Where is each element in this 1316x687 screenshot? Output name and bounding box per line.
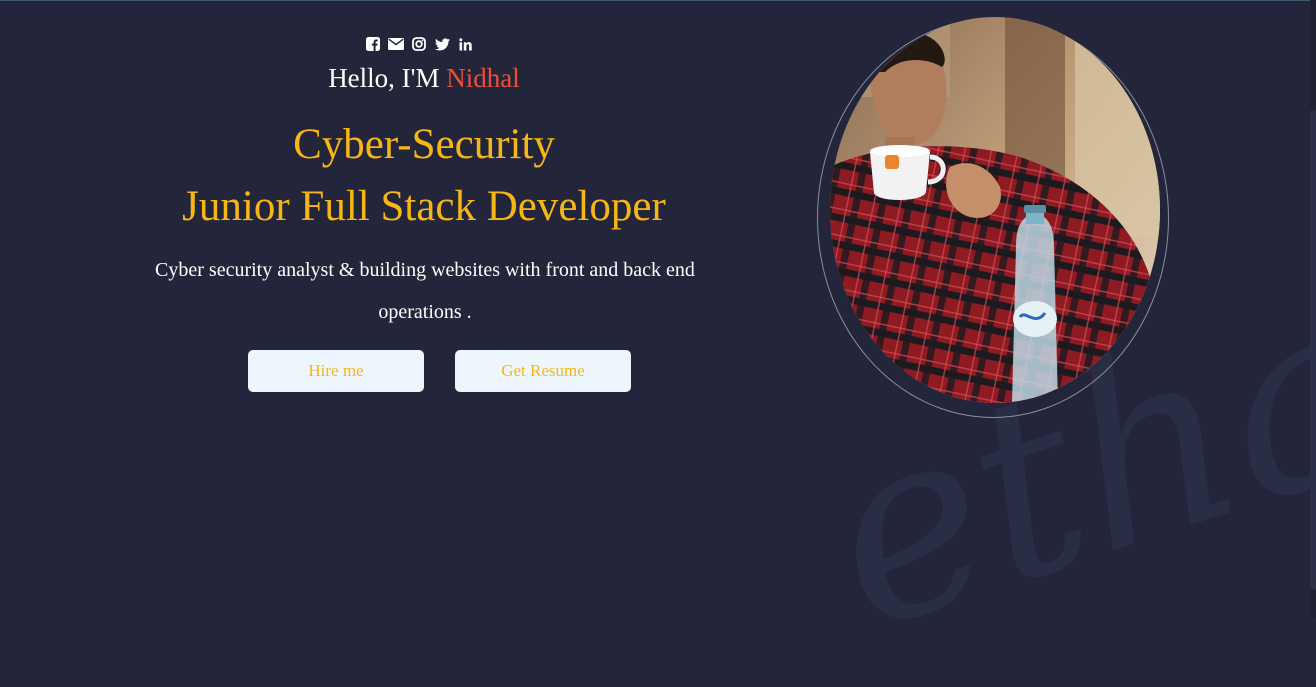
facebook-icon[interactable] xyxy=(365,36,381,52)
owner-name: Nidhal xyxy=(446,63,520,93)
greeting-text: Hello, I'M xyxy=(328,63,447,93)
role-title-primary: Cyber-Security xyxy=(293,121,555,168)
greeting-heading: Hello, I'M Nidhal xyxy=(0,63,848,94)
envelope-icon[interactable] xyxy=(388,36,404,52)
role-title-secondary: Junior Full Stack Developer xyxy=(182,183,666,230)
hire-me-button[interactable]: Hire me xyxy=(248,350,424,392)
top-border xyxy=(0,0,1316,1)
hero-description: Cyber security analyst & building websit… xyxy=(155,259,695,323)
linkedin-icon[interactable] xyxy=(457,36,473,52)
scrollbar-thumb[interactable] xyxy=(1310,110,1316,590)
profile-photo xyxy=(830,17,1160,403)
get-resume-button[interactable]: Get Resume xyxy=(455,350,631,392)
page-scrollbar[interactable] xyxy=(1310,0,1316,618)
twitter-icon[interactable] xyxy=(434,36,450,52)
instagram-icon[interactable] xyxy=(411,36,427,52)
social-links xyxy=(365,36,473,52)
